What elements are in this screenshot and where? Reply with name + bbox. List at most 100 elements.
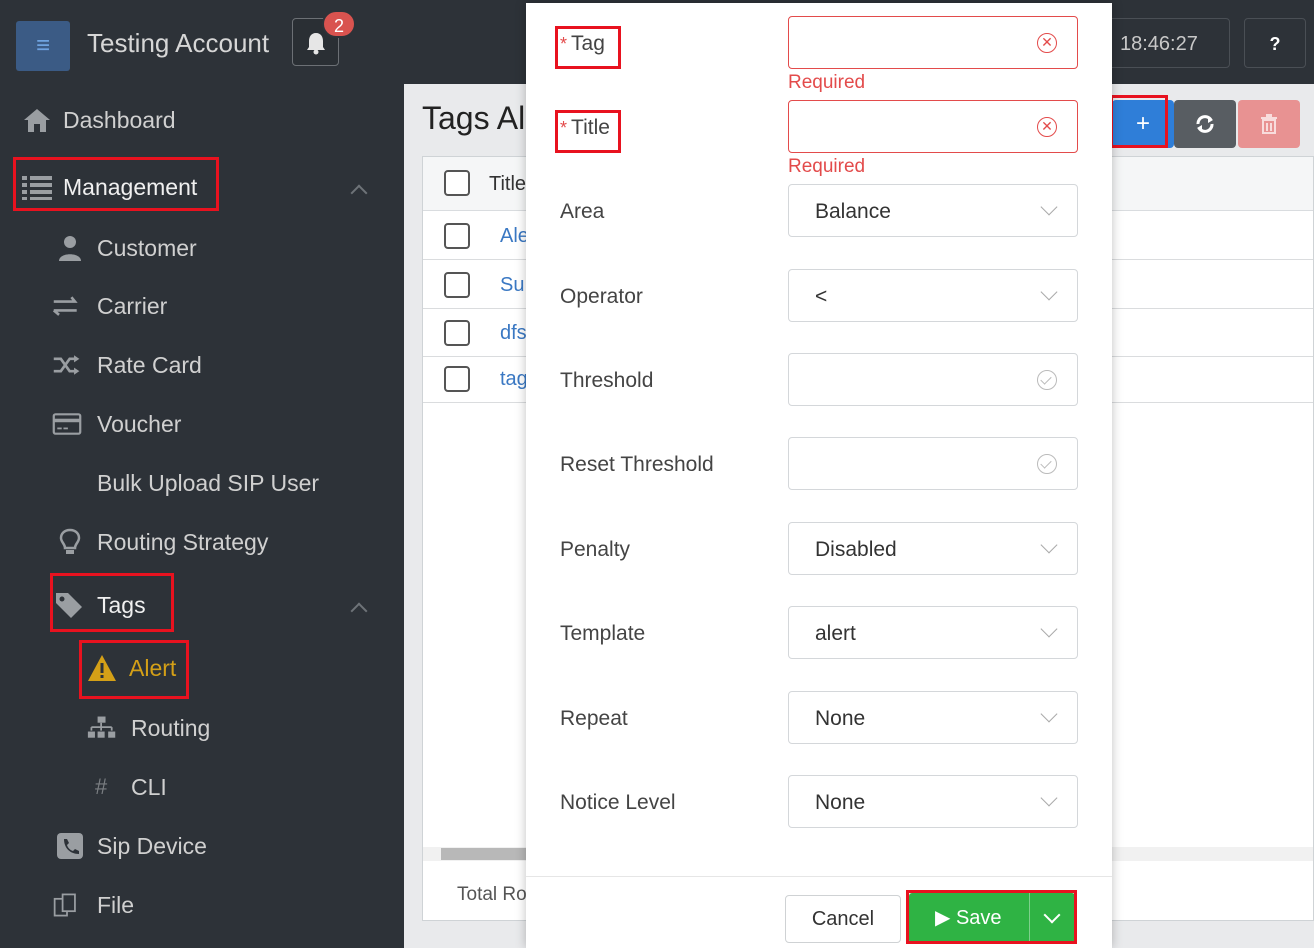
row-checkbox[interactable] xyxy=(444,320,470,346)
bell-icon xyxy=(307,33,325,55)
row-title-link[interactable]: Ale xyxy=(500,225,529,248)
credit-card-icon xyxy=(52,413,82,435)
sidebar-item-voucher[interactable]: Voucher xyxy=(52,404,382,444)
template-select[interactable]: alert xyxy=(788,606,1078,659)
repeat-label: Repeat xyxy=(560,707,628,730)
sidebar-item-label: Routing Strategy xyxy=(97,529,269,555)
chevron-down-icon xyxy=(1040,620,1058,638)
column-header-title: Title xyxy=(489,173,527,195)
table-footer-total: Total Ro xyxy=(457,884,527,905)
check-circle-icon xyxy=(1037,370,1057,390)
sidebar-item-label: CLI xyxy=(131,774,167,800)
clock-display: 18:46:27 xyxy=(1094,18,1230,68)
title-input[interactable]: ✕ xyxy=(788,100,1078,153)
row-title-link[interactable]: Su xyxy=(500,274,524,297)
operator-value: < xyxy=(815,285,828,308)
operator-label: Operator xyxy=(560,285,643,308)
sidebar-item-label: File xyxy=(97,892,135,918)
sidebar-item-sip-device[interactable]: Sip Device xyxy=(56,826,386,866)
help-button[interactable]: ? xyxy=(1244,18,1306,68)
area-label: Area xyxy=(560,200,605,223)
account-name: Testing Account xyxy=(87,28,270,58)
penalty-label: Penalty xyxy=(560,538,631,561)
repeat-select[interactable]: None xyxy=(788,691,1078,744)
notification-count-badge: 2 xyxy=(322,10,356,38)
refresh-icon xyxy=(1196,115,1214,133)
row-title-link[interactable]: tag xyxy=(500,368,528,391)
sidebar-item-dashboard[interactable]: Dashboard xyxy=(22,100,392,140)
threshold-label: Threshold xyxy=(560,369,654,392)
hamburger-menu-icon[interactable]: ≡ xyxy=(16,21,70,71)
threshold-input[interactable] xyxy=(788,353,1078,406)
row-title-link[interactable]: dfs xyxy=(500,322,527,345)
highlight-box xyxy=(1110,95,1168,148)
highlight-box xyxy=(79,640,189,699)
highlight-box xyxy=(555,26,621,69)
refresh-button[interactable] xyxy=(1174,100,1236,148)
sidebar-item-label: Carrier xyxy=(97,293,168,319)
delete-button[interactable] xyxy=(1238,100,1300,148)
highlight-box xyxy=(555,110,621,153)
penalty-value: Disabled xyxy=(815,538,897,561)
row-checkbox[interactable] xyxy=(444,272,470,298)
sidebar-item-cli[interactable]: # CLI xyxy=(95,767,385,807)
lightbulb-icon xyxy=(59,528,81,554)
chevron-down-icon xyxy=(1040,789,1058,807)
chevron-down-icon xyxy=(1040,536,1058,554)
select-all-checkbox[interactable] xyxy=(444,170,470,196)
modal-footer: Cancel ▶ Save xyxy=(526,876,1112,948)
sidebar-item-routing-strategy[interactable]: Routing Strategy xyxy=(56,522,386,562)
notice-level-select[interactable]: None xyxy=(788,775,1078,828)
chevron-up-icon xyxy=(350,602,368,620)
tag-error: Required xyxy=(788,72,866,93)
scrollbar-thumb[interactable] xyxy=(441,848,531,860)
chevron-down-icon xyxy=(1040,198,1058,216)
exchange-icon xyxy=(52,296,78,316)
alert-form-modal: * Tag ✕ Required * Title ✕ Required Area B… xyxy=(526,3,1112,948)
notice-level-label: Notice Level xyxy=(560,791,676,814)
user-icon xyxy=(59,236,81,261)
sidebar-item-label: Bulk Upload SIP User xyxy=(97,470,320,496)
home-icon xyxy=(24,109,50,132)
title-error: Required xyxy=(788,156,866,177)
sidebar: Dashboard Management Customer Carrier Ra… xyxy=(0,84,404,948)
sidebar-item-file[interactable]: File xyxy=(52,885,382,925)
sidebar-item-customer[interactable]: Customer xyxy=(56,228,386,268)
penalty-select[interactable]: Disabled xyxy=(788,522,1078,575)
trash-icon xyxy=(1261,114,1277,134)
highlight-box xyxy=(13,157,219,211)
sidebar-item-label: Voucher xyxy=(97,411,182,437)
sitemap-icon xyxy=(87,716,116,738)
row-checkbox[interactable] xyxy=(444,366,470,392)
files-icon xyxy=(53,893,76,917)
phone-icon xyxy=(57,833,83,859)
reset-threshold-input[interactable] xyxy=(788,437,1078,490)
sidebar-item-label: Customer xyxy=(97,235,197,261)
sidebar-item-routing[interactable]: Routing xyxy=(87,708,387,748)
shuffle-icon xyxy=(53,355,80,375)
reset-threshold-label: Reset Threshold xyxy=(560,453,714,476)
hash-icon: # xyxy=(95,774,108,799)
sidebar-item-label: Dashboard xyxy=(63,107,176,133)
sidebar-item-carrier[interactable]: Carrier xyxy=(52,286,382,326)
notice-level-value: None xyxy=(815,791,866,814)
sidebar-item-bulk-upload[interactable]: Bulk Upload SIP User xyxy=(97,463,397,503)
clear-icon[interactable]: ✕ xyxy=(1037,33,1057,53)
sidebar-item-label: Routing xyxy=(131,715,211,741)
area-select[interactable]: Balance xyxy=(788,184,1078,237)
chevron-up-icon xyxy=(350,184,368,202)
operator-select[interactable]: < xyxy=(788,269,1078,322)
sidebar-item-label: Sip Device xyxy=(97,833,207,859)
highlight-box xyxy=(906,890,1077,944)
row-checkbox[interactable] xyxy=(444,223,470,249)
highlight-box xyxy=(50,573,174,632)
clear-icon[interactable]: ✕ xyxy=(1037,117,1057,137)
tag-input[interactable]: ✕ xyxy=(788,16,1078,69)
template-value: alert xyxy=(815,622,856,645)
chevron-down-icon xyxy=(1040,283,1058,301)
template-label: Template xyxy=(560,622,646,645)
cancel-button[interactable]: Cancel xyxy=(785,895,901,943)
page-title: Tags Al xyxy=(422,100,526,136)
sidebar-item-rate-card[interactable]: Rate Card xyxy=(52,345,382,385)
check-circle-icon xyxy=(1037,454,1057,474)
